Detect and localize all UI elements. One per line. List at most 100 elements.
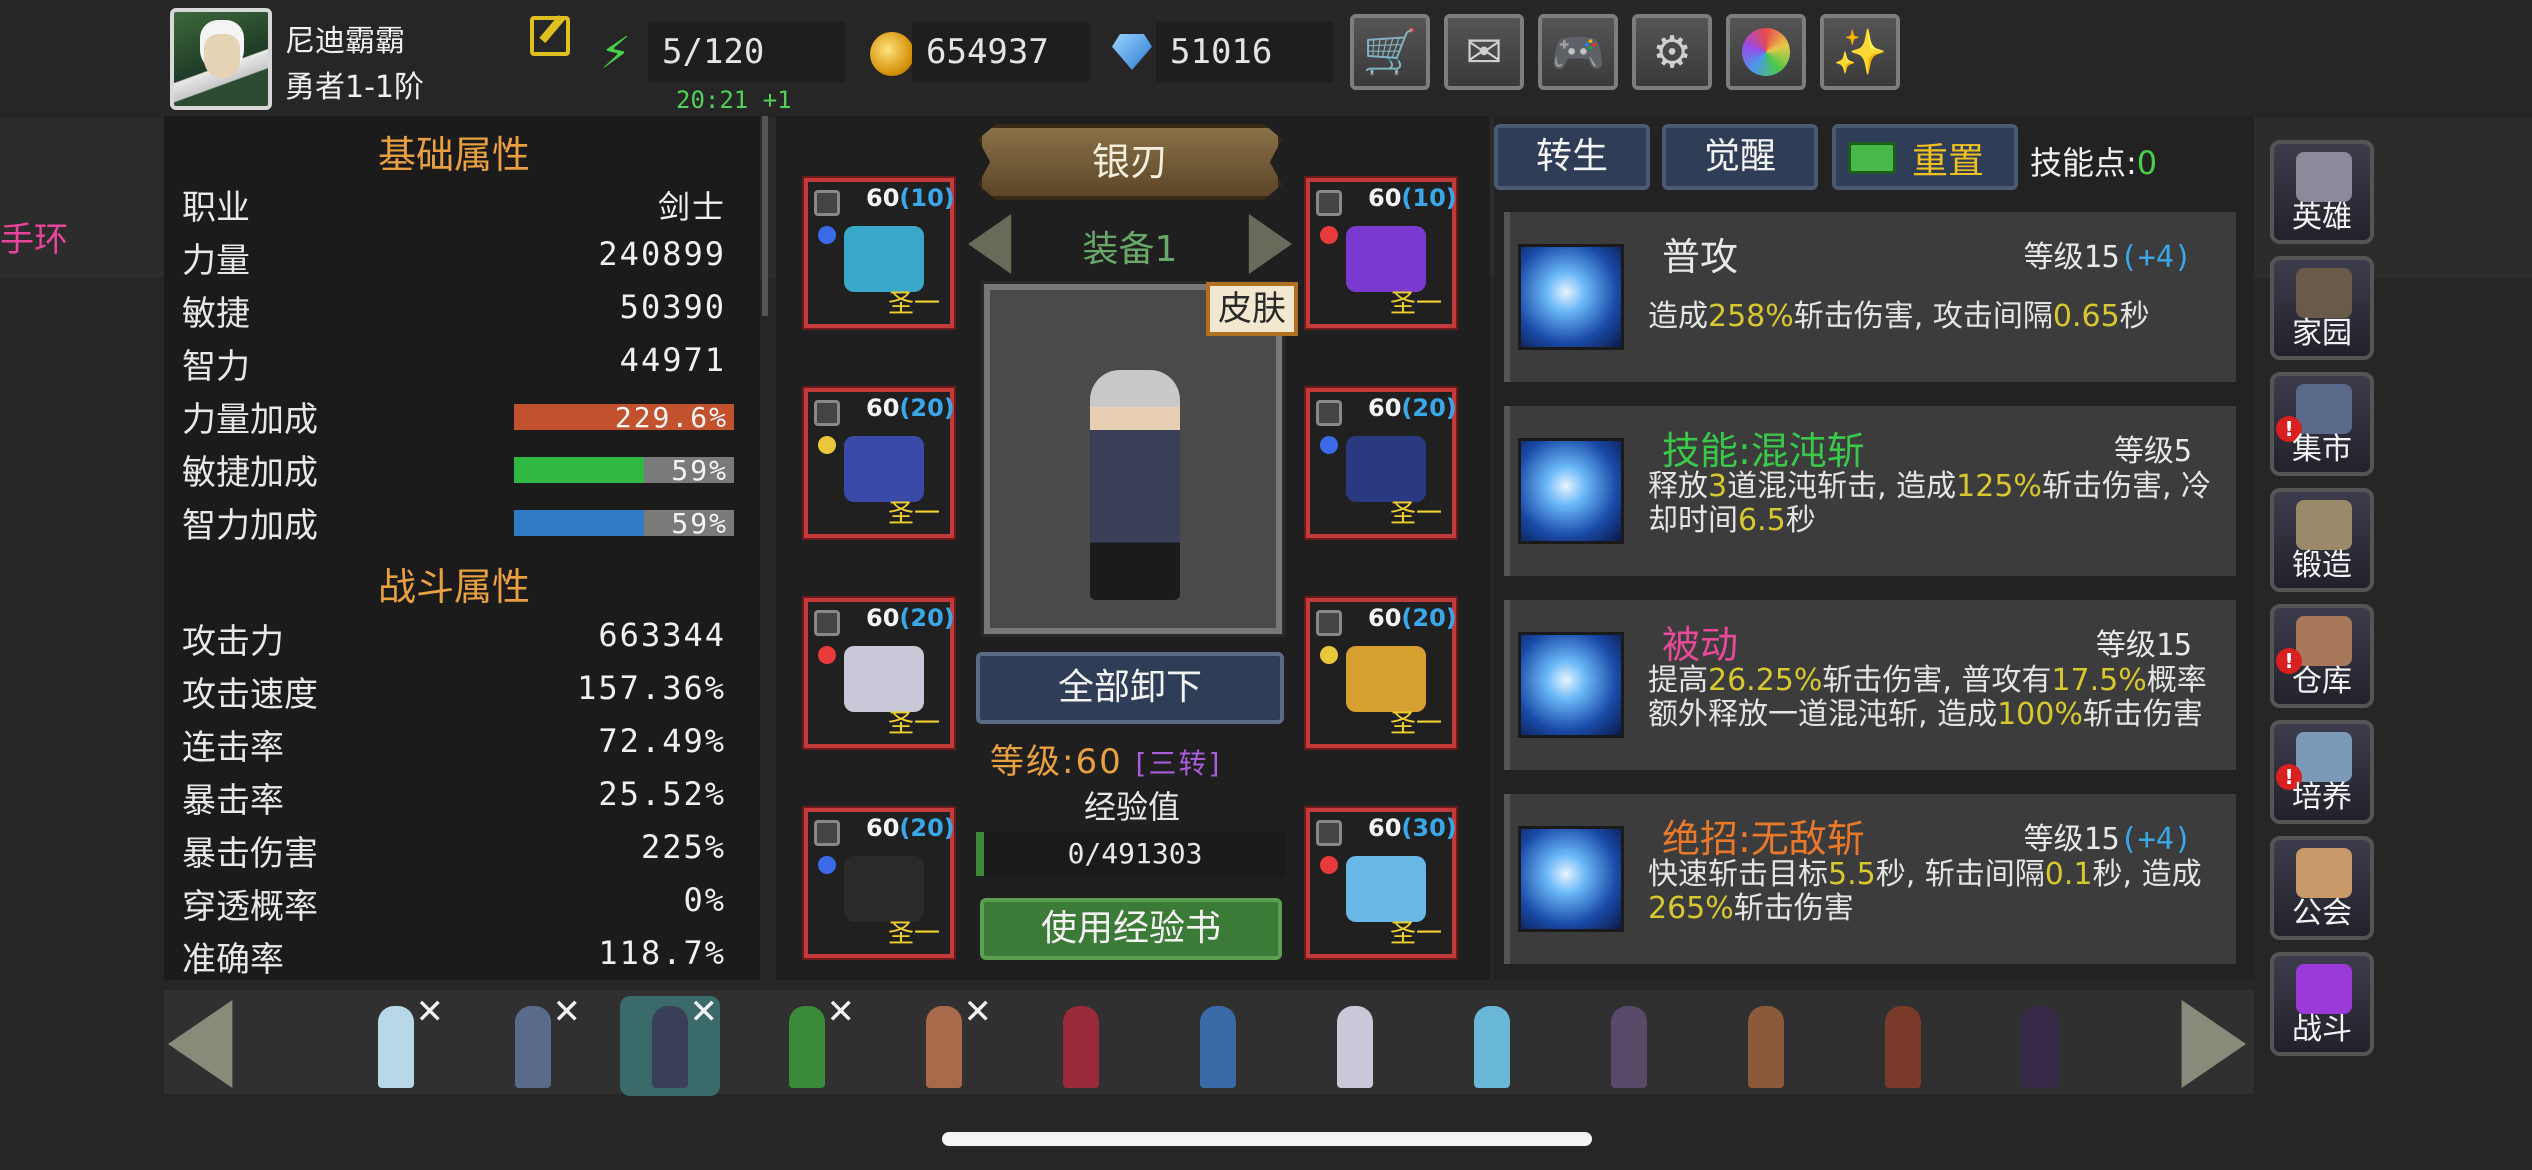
roster-hero[interactable] — [1579, 996, 1679, 1096]
mail-icon[interactable]: ✉ — [1444, 14, 1524, 90]
equipment-slot[interactable]: 60(20) 圣一 — [1304, 596, 1458, 750]
roster-hero[interactable]: ✕ — [894, 992, 994, 1096]
stat-label: 职业 — [182, 188, 250, 228]
equipment-slot[interactable]: 60(20) 圣一 — [802, 386, 956, 540]
side-menu-market[interactable]: ! 集市 — [2270, 372, 2374, 476]
roster-hero[interactable]: ✕ — [757, 992, 857, 1096]
lock-icon — [814, 610, 840, 636]
edit-name-icon[interactable] — [530, 16, 570, 56]
hero-sprite — [652, 1006, 688, 1088]
slot-grade: 圣一 — [887, 709, 940, 739]
roster-hero[interactable]: ✕ — [620, 992, 720, 1096]
unequip-all-button[interactable]: 全部卸下 — [976, 652, 1284, 724]
equipment-slot[interactable]: 60(10) 圣一 — [802, 176, 956, 330]
skill-description-segment: 秒, 造成 — [2092, 857, 2202, 892]
gold-coin-icon — [870, 32, 914, 76]
side-menu-helmet[interactable]: 英雄 — [2270, 140, 2374, 244]
fireworks-icon[interactable]: ✨ — [1820, 14, 1900, 90]
equipment-slot[interactable]: 60(30) 圣一 — [1304, 806, 1458, 960]
skill-description-segment: 258% — [1708, 299, 1794, 334]
hero-figure — [1090, 370, 1180, 600]
side-menu-label: 培养 — [2292, 780, 2352, 815]
hero-sprite — [926, 1006, 962, 1088]
socket-gem-icon — [818, 856, 836, 874]
transfer-badge: [三转] — [1135, 747, 1222, 780]
skill-description-segment: 斩击伤害, 攻击间隔 — [1793, 299, 2053, 334]
skill-description-segment: 秒 — [2119, 299, 2150, 334]
socket-gem-icon — [818, 436, 836, 454]
remove-hero-icon[interactable]: ✕ — [416, 992, 445, 1032]
gear-icon[interactable]: ⚙ — [1632, 14, 1712, 90]
roster-hero[interactable] — [1168, 996, 1268, 1096]
roster-hero[interactable] — [1853, 996, 1953, 1096]
roster-hero[interactable]: ✕ — [346, 992, 446, 1096]
stat-value: 25.52% — [598, 775, 726, 813]
side-menu-trophy[interactable]: ! 培养 — [2270, 720, 2374, 824]
equipment-slot[interactable]: 60(10) 圣一 — [1304, 176, 1458, 330]
tab-rebirth[interactable]: 转生 — [1494, 124, 1650, 190]
side-menu-portal[interactable]: 战斗 — [2270, 952, 2374, 1056]
player-name: 尼迪霸霸 — [285, 24, 405, 59]
lock-icon — [1316, 190, 1342, 216]
side-menu-castle[interactable]: 家园 — [2270, 256, 2374, 360]
skill-description-segment: 3 — [1708, 469, 1728, 504]
side-menu-guild[interactable]: 公会 — [2270, 836, 2374, 940]
skill-description-segment: 125% — [1956, 469, 2042, 504]
skill-description-segment: 提高 — [1648, 663, 1708, 698]
socket-gem-icon — [1320, 646, 1338, 664]
energy-counter: 5/120 — [648, 22, 846, 82]
skill-icon — [1518, 438, 1624, 544]
bonus-label: 力量加成 — [182, 400, 318, 440]
tab-awaken[interactable]: 觉醒 — [1662, 124, 1818, 190]
hero-sprite — [1885, 1006, 1921, 1088]
roster-hero[interactable] — [1305, 996, 1405, 1096]
roster-hero[interactable] — [1990, 996, 2090, 1096]
side-menu-label: 家园 — [2292, 316, 2352, 351]
slot-level: 60(30) — [1368, 814, 1457, 842]
roster-hero[interactable] — [1031, 996, 1131, 1096]
roster-hero[interactable] — [1442, 996, 1542, 1096]
remove-hero-icon[interactable]: ✕ — [690, 992, 719, 1032]
skill-level: 等级15(+4) — [2023, 240, 2192, 275]
equipment-slot[interactable]: 60(20) 圣一 — [802, 806, 956, 960]
remove-hero-icon[interactable]: ✕ — [553, 992, 582, 1032]
skill-description-segment: 26.25% — [1708, 663, 1823, 698]
equipment-slot[interactable]: 60(20) 圣一 — [802, 596, 956, 750]
equipment-slot[interactable]: 60(20) 圣一 — [1304, 386, 1458, 540]
attributes-scrollbar[interactable] — [762, 116, 768, 316]
home-indicator[interactable] — [942, 1132, 1592, 1146]
player-avatar[interactable] — [170, 8, 272, 110]
remove-hero-icon[interactable]: ✕ — [827, 992, 856, 1032]
bonus-bar-fill — [514, 457, 644, 483]
slot-grade: 圣一 — [1389, 709, 1442, 739]
slot-grade: 圣一 — [887, 499, 940, 529]
skill-points-label: 技能点: — [2030, 144, 2137, 182]
aperture-icon[interactable] — [1726, 14, 1806, 90]
roster-hero[interactable]: ✕ — [483, 992, 583, 1096]
stat-label: 敏捷 — [182, 294, 250, 334]
remove-hero-icon[interactable]: ✕ — [964, 992, 993, 1032]
skill-level: 等级15(+4) — [2023, 822, 2192, 857]
gamepad-icon[interactable]: 🎮 — [1538, 14, 1618, 90]
shop-cart-icon[interactable]: 🛒 — [1350, 14, 1430, 90]
skill-description-segment: 17.5% — [2051, 663, 2147, 698]
side-menu-dwarf[interactable]: ! 仓库 — [2270, 604, 2374, 708]
stat-label: 攻击速度 — [182, 675, 318, 715]
use-exp-book-button[interactable]: 使用经验书 — [980, 898, 1282, 960]
socket-gem-icon — [1320, 436, 1338, 454]
skill-name: 技能:混沌斩 — [1662, 429, 1865, 473]
hero-portrait — [981, 281, 1285, 637]
roster-hero[interactable] — [1716, 996, 1816, 1096]
stat-label: 连击率 — [182, 728, 284, 768]
slot-plus: (20) — [1401, 604, 1457, 632]
skill-level: 等级15 — [2095, 628, 2192, 663]
side-menu-anvil[interactable]: 锻造 — [2270, 488, 2374, 592]
slot-grade: 圣一 — [1389, 499, 1442, 529]
skin-button[interactable]: 皮肤 — [1206, 282, 1298, 336]
offscreen-label: 手环 — [0, 220, 68, 260]
skill-description-segment: 斩击伤害 — [1733, 891, 1854, 926]
stat-label: 准确率 — [182, 940, 284, 980]
socket-gem-icon — [818, 646, 836, 664]
skill-icon — [1518, 244, 1624, 350]
skill-level-bonus: (+4) — [2119, 240, 2192, 275]
